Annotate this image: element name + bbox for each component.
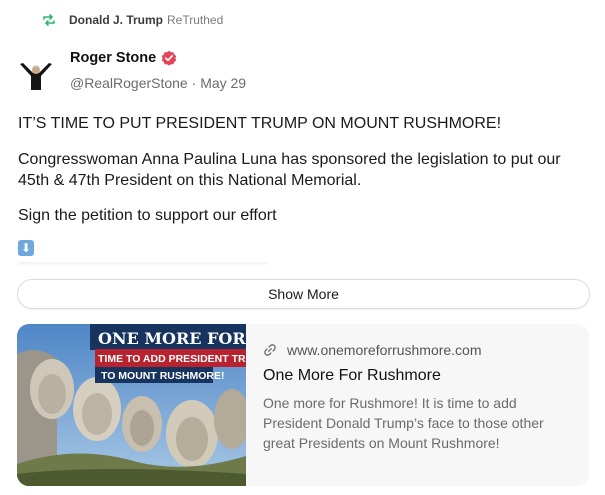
post-paragraph: IT’S TIME TO PUT PRESIDENT TRUMP ON MOUN… (18, 115, 502, 132)
retruth-icon (43, 14, 55, 26)
verified-badge-icon (162, 50, 177, 66)
image-subtitle-2: TO MOUNT RUSHMORE! (101, 370, 224, 382)
retruth-user-link[interactable]: Donald J. Trump (69, 13, 163, 27)
avatar[interactable] (16, 54, 56, 94)
link-preview-image: ONE MORE FOR RUSHMO TIME TO ADD PRESIDEN… (17, 324, 246, 486)
link-preview-card[interactable]: ONE MORE FOR RUSHMO TIME TO ADD PRESIDEN… (17, 324, 589, 486)
post-paragraph: Congresswoman Anna Paulina Luna has spon… (18, 151, 561, 189)
link-domain-row: www.onemoreforrushmore.com (263, 342, 573, 358)
image-banner-text: ONE MORE FOR RUSHMO (98, 329, 246, 348)
author-display-name[interactable]: Roger Stone (70, 50, 156, 66)
link-title: One More For Rushmore (263, 367, 441, 384)
meta-separator: · (187, 75, 201, 91)
truncation-fade (18, 262, 268, 266)
retruth-header: Donald J. Trump ReTruthed (41, 12, 223, 28)
author-meta-row: @RealRogerStone · May 29 (70, 75, 246, 91)
author-name-row: Roger Stone (70, 50, 177, 66)
post-date[interactable]: May 29 (200, 75, 246, 91)
link-domain: www.onemoreforrushmore.com (287, 342, 482, 358)
author-handle[interactable]: @RealRogerStone (70, 75, 188, 91)
link-description: One more for Rushmore! It is time to add… (263, 395, 544, 451)
avatar-image (16, 54, 56, 94)
show-more-button[interactable]: Show More (17, 279, 590, 309)
link-preview-body: www.onemoreforrushmore.com One More For … (263, 342, 573, 453)
link-icon (264, 344, 276, 356)
post-paragraph: Sign the petition to support our effort (18, 207, 277, 224)
image-subtitle-1: TIME TO ADD PRESIDENT TRU (98, 353, 246, 365)
down-arrow-emoji-icon: ⬇ (18, 240, 34, 256)
retruth-label: ReTruthed (167, 13, 224, 27)
